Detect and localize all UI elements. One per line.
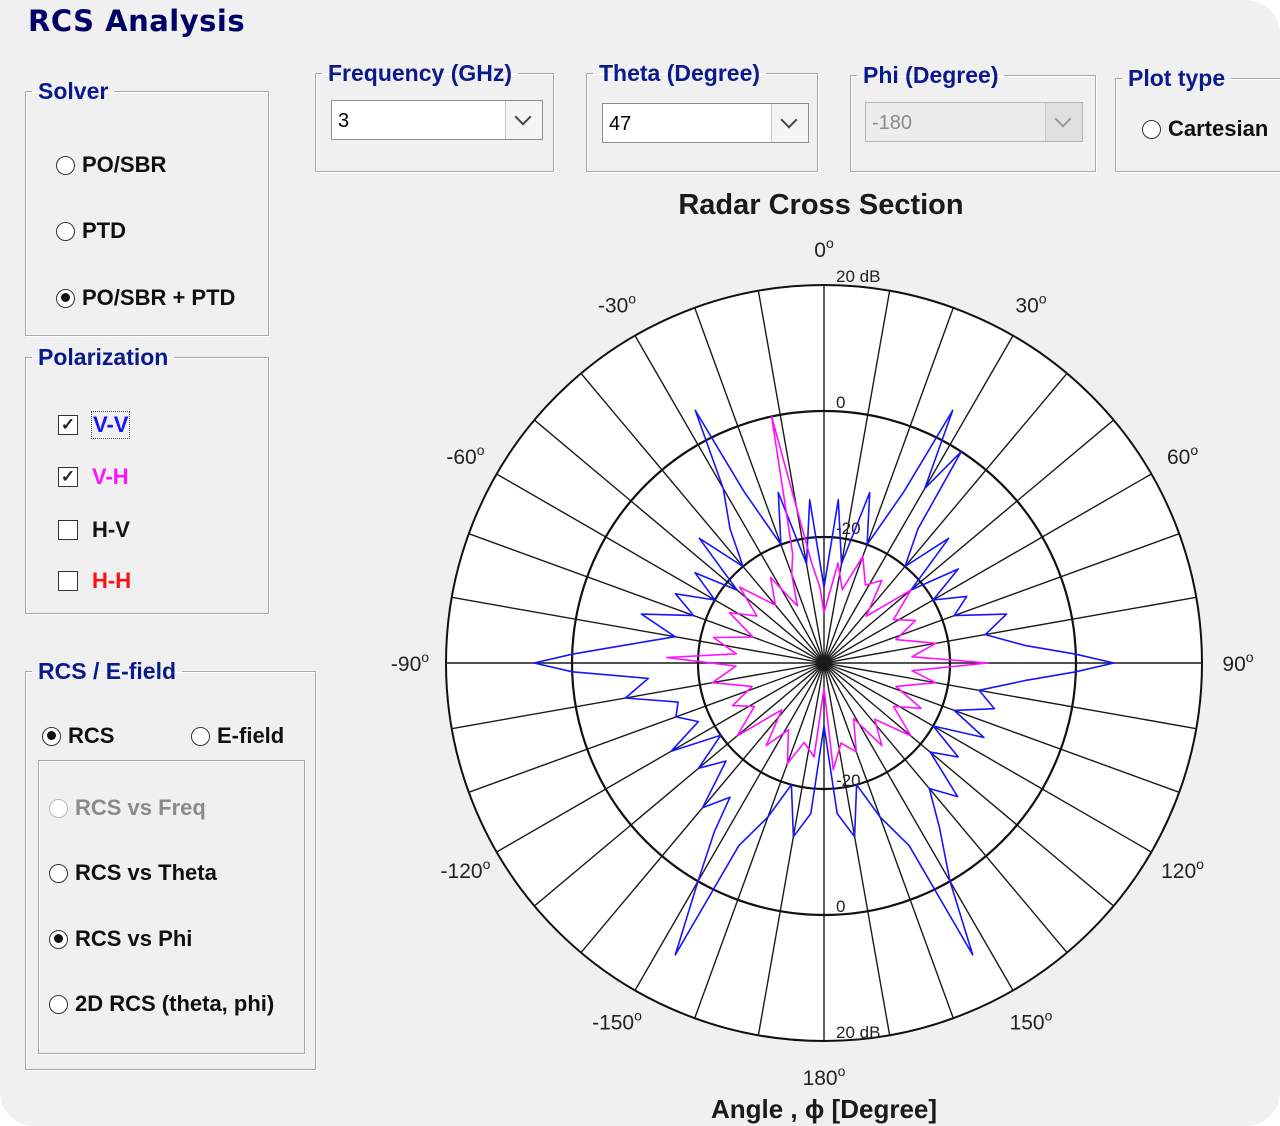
angle-tick-label: -150o xyxy=(592,1008,642,1035)
app-window: RCS Analysis Solver PO/SBR PTD PO/SBR + … xyxy=(0,0,1280,1126)
x-axis-label: Angle , ϕ [Degree] xyxy=(711,1094,937,1124)
radial-tick-label: 20 dB xyxy=(836,1023,880,1042)
radial-tick-label: 0 xyxy=(836,393,845,412)
angle-tick-label: 120o xyxy=(1161,856,1204,883)
angle-tick-label: -120o xyxy=(441,856,491,883)
angle-tick-label: 0o xyxy=(814,235,834,262)
angle-tick-label: 60o xyxy=(1167,442,1198,469)
radial-tick-label: 20 dB xyxy=(836,267,880,286)
angle-tick-label: 180o xyxy=(803,1063,846,1090)
angle-tick-label: 150o xyxy=(1010,1008,1053,1035)
radial-tick-label: 0 xyxy=(836,897,845,916)
rcs-polar-chart: Radar Cross Section 20 dB0-20-20020 dB 0… xyxy=(391,189,1254,1124)
angle-tick-label: 30o xyxy=(1015,290,1046,317)
angle-tick-label: 90o xyxy=(1222,649,1253,676)
angle-tick-label: -90o xyxy=(391,649,429,676)
chart-title: Radar Cross Section xyxy=(678,189,963,221)
angle-tick-label: -60o xyxy=(446,442,484,469)
polar-grid xyxy=(445,284,1203,1042)
angle-tick-label: -30o xyxy=(598,290,636,317)
